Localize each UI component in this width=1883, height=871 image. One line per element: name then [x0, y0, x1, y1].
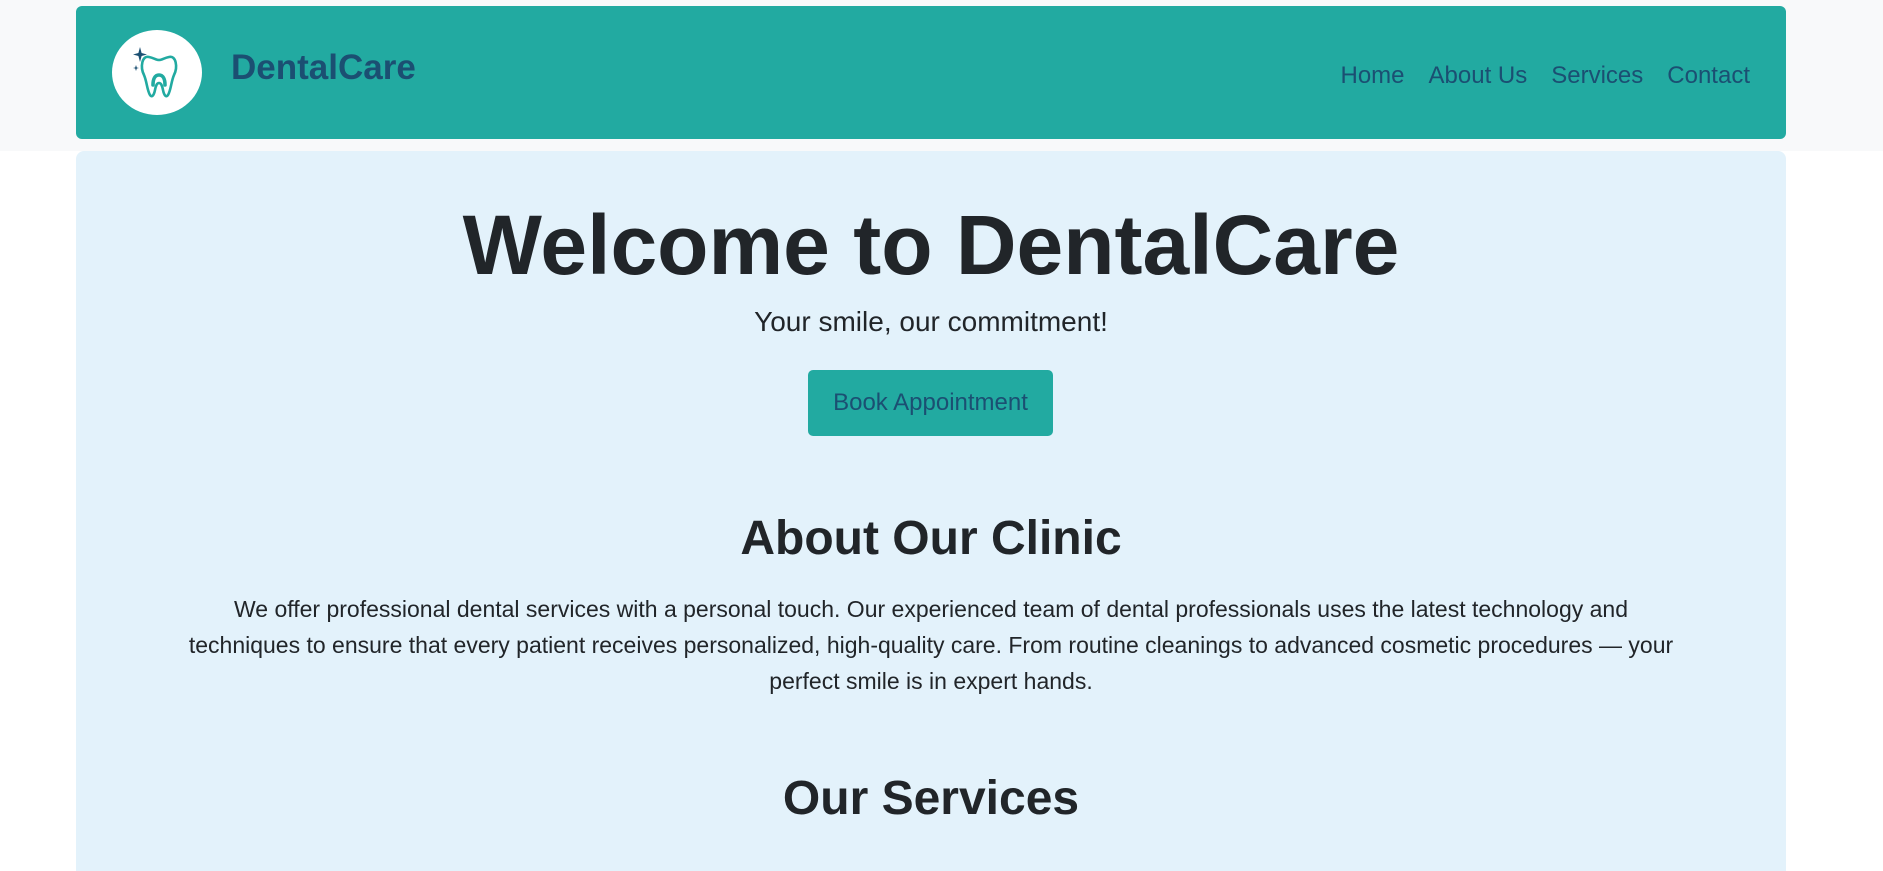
- services-heading: Our Services: [782, 772, 1080, 825]
- nav-link-contact[interactable]: Contact: [1667, 62, 1750, 91]
- nav-link-about-us[interactable]: About Us: [1429, 62, 1528, 91]
- nav-link-services[interactable]: Services: [1551, 62, 1643, 91]
- brand-name[interactable]: DentalCare: [231, 50, 416, 85]
- hero-subtitle: Your smile, our commitment!: [754, 306, 1108, 337]
- navbar: DentalCare Home About Us Services Contac…: [76, 6, 1786, 139]
- tooth-sparkle-icon: [133, 46, 178, 97]
- hero-title: Welcome to DentalCare: [462, 198, 1400, 292]
- about-text: We offer professional dental services wi…: [188, 596, 1674, 694]
- main-content: Welcome to DentalCare Your smile, our co…: [76, 151, 1786, 871]
- book-appointment-button[interactable]: Book Appointment: [808, 370, 1053, 436]
- logo[interactable]: [112, 30, 202, 115]
- nav-link-home[interactable]: Home: [1341, 62, 1405, 91]
- nav-links: Home About Us Services Contact: [1341, 62, 1751, 91]
- about-heading: About Our Clinic: [740, 512, 1122, 565]
